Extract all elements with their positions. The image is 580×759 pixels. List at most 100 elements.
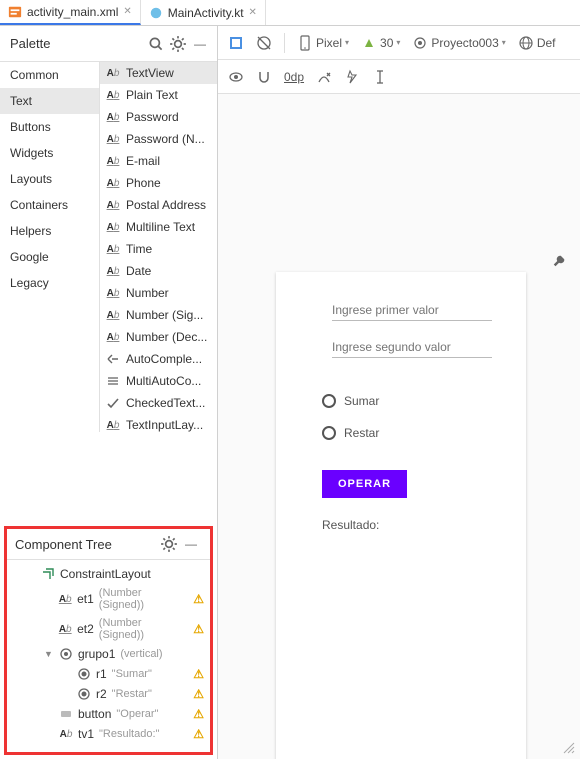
search-icon[interactable] (147, 35, 165, 53)
wrench-icon[interactable] (552, 254, 566, 268)
locale-selector[interactable]: Def (514, 31, 560, 55)
warning-icon[interactable]: ⚠ (193, 592, 204, 606)
locale-label: Def (537, 36, 556, 50)
palette-item[interactable]: Ab Number (Sig... (100, 304, 217, 326)
design-canvas[interactable]: Sumar Restar OPERAR Resultado: (218, 94, 580, 759)
minimize-icon[interactable]: — (182, 535, 200, 553)
radio-restar[interactable]: Restar (322, 426, 500, 440)
tree-node[interactable]: r2 "Restar"⚠ (7, 684, 210, 704)
node-icon: Ab (58, 622, 72, 636)
palette-cat-legacy[interactable]: Legacy (0, 270, 99, 296)
node-name: et2 (77, 622, 94, 636)
operar-button[interactable]: OPERAR (322, 470, 407, 498)
palette-cat-google[interactable]: Google (0, 244, 99, 270)
palette-item[interactable]: AbNumber (100, 282, 217, 304)
node-hint: (Number (Signed)) (99, 617, 188, 641)
palette-item[interactable]: AbDate (100, 260, 217, 282)
tab-main-activity[interactable]: MainActivity.kt ✕ (141, 0, 266, 25)
node-icon (77, 687, 91, 701)
palette-cat-widgets[interactable]: Widgets (0, 140, 99, 166)
gear-icon[interactable] (169, 35, 187, 53)
palette-item-label: Plain Text (126, 88, 178, 102)
eye-icon[interactable] (224, 65, 248, 89)
tree-node[interactable]: Abtv1 "Resultado:"⚠ (7, 724, 210, 744)
warning-icon[interactable]: ⚠ (193, 622, 204, 636)
close-icon[interactable]: ✕ (249, 7, 257, 18)
palette-item[interactable]: AbMultiline Text (100, 216, 217, 238)
design-toolbar-bottom: 0dp (218, 60, 580, 94)
tab-label: MainActivity.kt (168, 6, 244, 20)
magnet-icon[interactable] (252, 65, 276, 89)
component-tree-panel: Component Tree — ConstraintLayout Abet1 … (4, 526, 213, 755)
palette-cat-helpers[interactable]: Helpers (0, 218, 99, 244)
node-icon (77, 667, 91, 681)
tree-node[interactable]: ConstraintLayout (7, 564, 210, 584)
tree-node[interactable]: ▼grupo1 (vertical) (7, 644, 210, 664)
result-label: Resultado: (322, 518, 500, 532)
tree-node[interactable]: Abet1 (Number (Signed))⚠ (7, 584, 210, 614)
et1-preview[interactable] (332, 300, 492, 321)
palette-item-label: TextView (126, 66, 174, 80)
node-hint: "Restar" (112, 688, 152, 700)
node-name: grupo1 (78, 647, 115, 661)
warning-icon[interactable]: ⚠ (193, 667, 204, 681)
palette-item[interactable]: AbPlain Text (100, 84, 217, 106)
radio-icon (322, 426, 336, 440)
theme-selector[interactable]: Proyecto003 ▾ (408, 31, 509, 55)
clear-constraints-icon[interactable] (312, 65, 336, 89)
widget-icon: Ab (106, 264, 120, 278)
palette-cat-common[interactable]: Common (0, 62, 99, 88)
expand-icon[interactable]: ▼ (44, 649, 54, 659)
palette-item[interactable]: AbPassword (N... (100, 128, 217, 150)
palette-item-label: E-mail (126, 154, 160, 168)
widget-icon: Ab (106, 308, 120, 322)
default-margins[interactable]: 0dp (280, 65, 308, 89)
widget-icon (106, 396, 120, 410)
palette-item[interactable]: AbPhone (100, 172, 217, 194)
guidelines-icon[interactable] (368, 65, 392, 89)
node-hint: (Number (Signed)) (99, 587, 188, 611)
api-selector[interactable]: 30 ▾ (357, 31, 404, 55)
palette-cat-containers[interactable]: Containers (0, 192, 99, 218)
device-selector[interactable]: Pixel ▾ (293, 31, 353, 55)
palette-item[interactable]: AbNumber (Dec... (100, 326, 217, 348)
palette-item-label: Number (Sig... (126, 308, 203, 322)
palette-item[interactable]: AbTextInputLay... (100, 414, 217, 432)
tree-node[interactable]: Ab et2 (Number (Signed)) ⚠ (7, 614, 210, 644)
palette-item[interactable]: AbE-mail (100, 150, 217, 172)
palette-item[interactable]: AbPostal Address (100, 194, 217, 216)
device-label: Pixel (316, 36, 342, 50)
widget-icon: Ab (106, 286, 120, 300)
orientation-icon[interactable] (252, 31, 276, 55)
warning-icon[interactable]: ⚠ (193, 727, 204, 741)
tab-activity-main[interactable]: activity_main.xml ✕ (0, 0, 141, 25)
kotlin-file-icon (149, 6, 163, 20)
palette-item[interactable]: AbTextView (100, 62, 217, 84)
xml-file-icon (8, 5, 22, 19)
resize-grip-icon[interactable] (562, 741, 576, 755)
palette-item-label: Multiline Text (126, 220, 195, 234)
design-surface-icon[interactable] (224, 31, 248, 55)
et2-preview[interactable] (332, 337, 492, 358)
palette-cat-buttons[interactable]: Buttons (0, 114, 99, 140)
infer-constraints-icon[interactable] (340, 65, 364, 89)
palette-cat-text[interactable]: Text (0, 88, 99, 114)
node-icon (59, 707, 73, 721)
minimize-icon[interactable]: — (191, 35, 209, 53)
palette-item[interactable]: AutoComple... (100, 348, 217, 370)
palette-item[interactable]: MultiAutoCo... (100, 370, 217, 392)
radio-sumar[interactable]: Sumar (322, 394, 500, 408)
palette-item[interactable]: CheckedText... (100, 392, 217, 414)
tree-node[interactable]: button "Operar"⚠ (7, 704, 210, 724)
palette-item[interactable]: AbPassword (100, 106, 217, 128)
warning-icon[interactable]: ⚠ (193, 707, 204, 721)
tree-node[interactable]: r1 "Sumar"⚠ (7, 664, 210, 684)
component-tree-title: Component Tree (15, 537, 158, 552)
palette-cat-layouts[interactable]: Layouts (0, 166, 99, 192)
warning-icon[interactable]: ⚠ (193, 687, 204, 701)
palette-item[interactable]: AbTime (100, 238, 217, 260)
node-name: et1 (77, 592, 94, 606)
close-icon[interactable]: ✕ (123, 6, 131, 17)
gear-icon[interactable] (160, 535, 178, 553)
palette-item-label: MultiAutoCo... (126, 374, 201, 388)
